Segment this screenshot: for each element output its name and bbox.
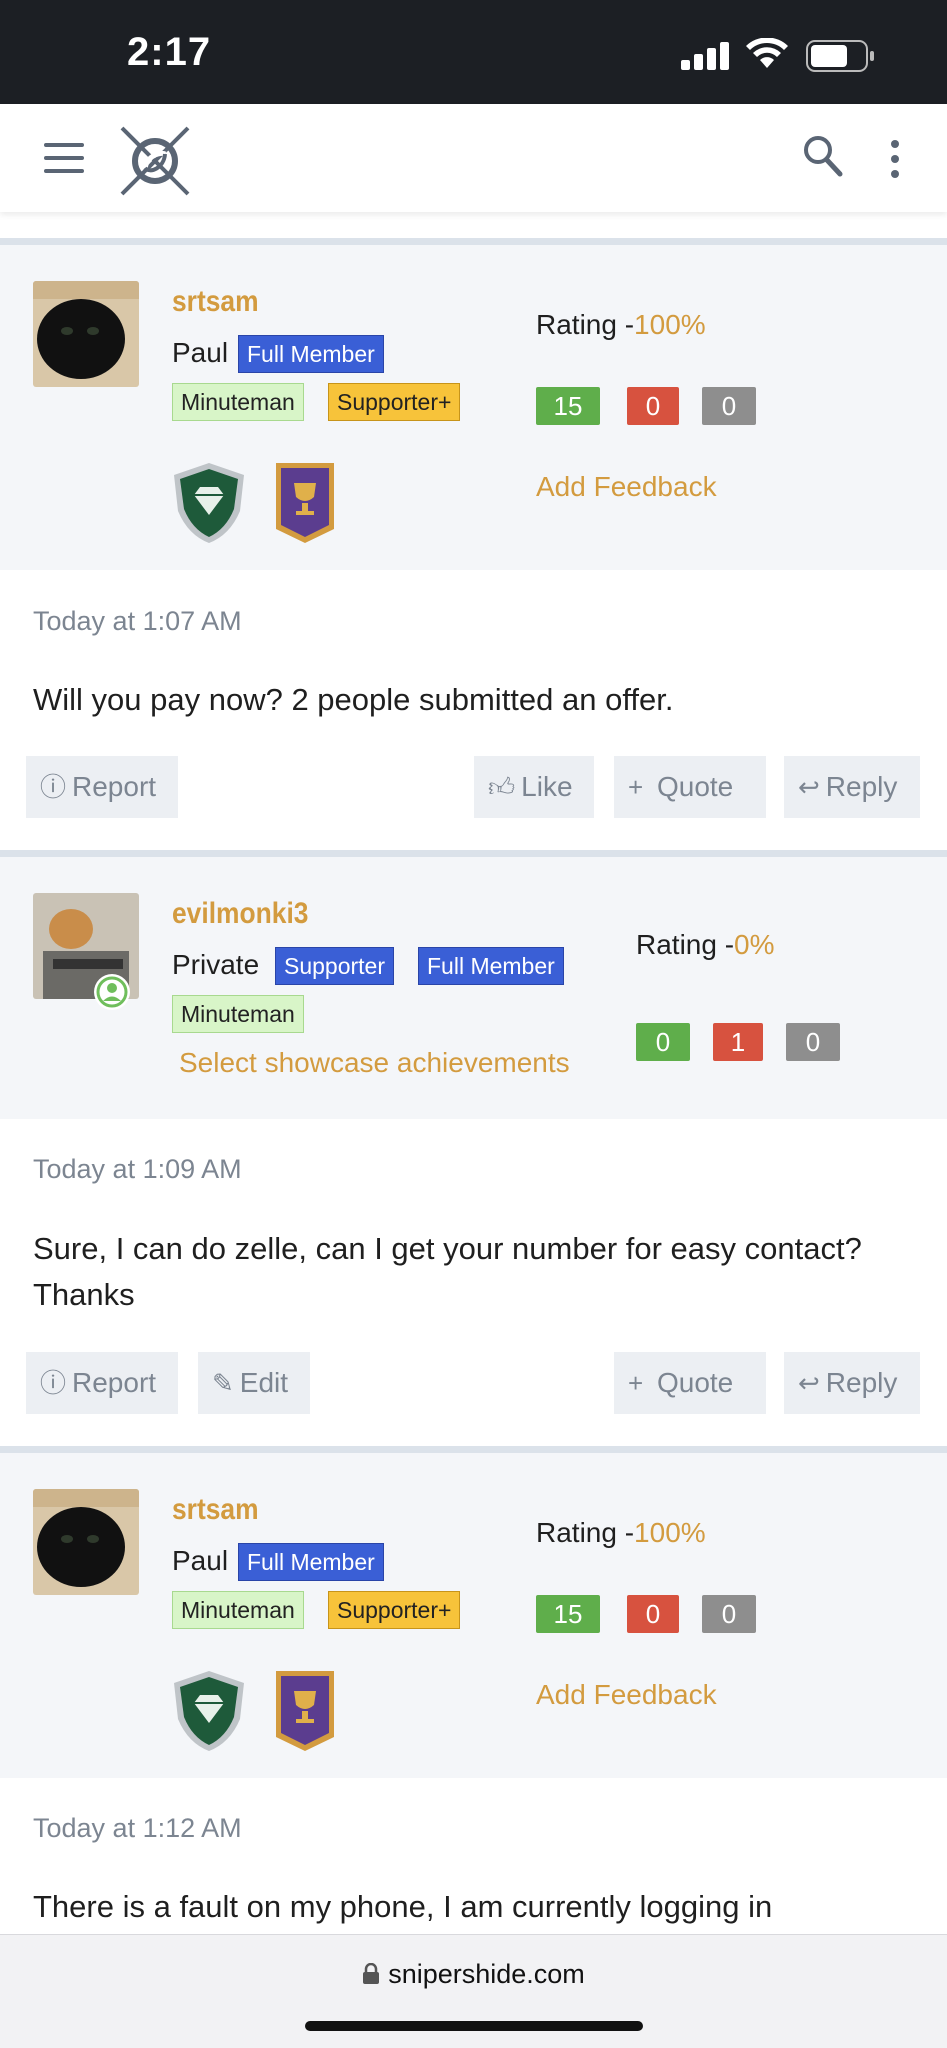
- rating-label: Rating -100%: [536, 309, 706, 340]
- like-button[interactable]: 👍︎ Like: [474, 756, 594, 818]
- lock-icon: [363, 1962, 380, 1984]
- positive-count: 15: [536, 1595, 600, 1633]
- post-message: Sure, I can do zelle, can I get your num…: [33, 1231, 862, 1312]
- home-indicator[interactable]: [305, 2021, 643, 2031]
- plus-icon: +: [628, 772, 644, 802]
- post-divider: [0, 850, 947, 857]
- diamond-shield-icon: [174, 1671, 244, 1751]
- negative-count: 0: [627, 1595, 679, 1633]
- reply-button[interactable]: ↩ Reply: [784, 1352, 920, 1414]
- post-timestamp[interactable]: Today at 1:12 AM: [33, 1813, 242, 1844]
- wifi-icon: [746, 38, 788, 68]
- trophy-banner-icon: [276, 463, 334, 543]
- avatar[interactable]: [33, 281, 139, 387]
- real-name: Paul: [172, 337, 229, 368]
- thumbs-up-icon: 👍︎: [488, 772, 516, 802]
- positive-count: 0: [636, 1023, 690, 1061]
- post-timestamp[interactable]: Today at 1:07 AM: [33, 606, 242, 637]
- status-bar: 2:17: [0, 0, 947, 104]
- rating-value: 100%: [634, 309, 706, 340]
- post-divider: [0, 238, 947, 245]
- avatar[interactable]: [33, 1489, 139, 1595]
- status-time: 2:17: [127, 30, 212, 74]
- browser-url-bar[interactable]: snipershide.com: [0, 1934, 947, 2048]
- app-header: [0, 104, 947, 212]
- badge-minuteman: Minuteman: [172, 995, 304, 1033]
- username[interactable]: srtsam: [172, 1493, 259, 1527]
- quote-button[interactable]: + Quote: [614, 756, 766, 818]
- search-icon[interactable]: [802, 134, 844, 178]
- report-button[interactable]: ⓘ Report: [26, 756, 178, 818]
- post-divider: [0, 1446, 947, 1453]
- post-1-userblock: srtsam Paul Full Member Minuteman Suppor…: [0, 245, 947, 570]
- post-timestamp[interactable]: Today at 1:09 AM: [33, 1154, 242, 1185]
- report-button[interactable]: ⓘ Report: [26, 1352, 178, 1414]
- edit-button[interactable]: ✎ Edit: [198, 1352, 310, 1414]
- negative-count: 0: [627, 387, 679, 425]
- pencil-icon: ✎: [212, 1368, 234, 1398]
- username[interactable]: evilmonki3: [172, 897, 308, 931]
- vertical-dots-icon[interactable]: [891, 140, 901, 178]
- neutral-count: 0: [702, 1595, 756, 1633]
- rating-label: Rating -100%: [536, 1517, 706, 1548]
- post-2-userblock: evilmonki3 Private Supporter Full Member…: [0, 857, 947, 1119]
- hamburger-icon[interactable]: [44, 143, 84, 173]
- diamond-shield-icon: [174, 463, 244, 543]
- positive-count: 15: [536, 387, 600, 425]
- neutral-count: 0: [702, 387, 756, 425]
- reply-button[interactable]: ↩ Reply: [784, 756, 920, 818]
- url-text: snipershide.com: [388, 1959, 585, 1989]
- site-logo-icon[interactable]: [118, 124, 192, 198]
- cellular-signal-icon: [681, 42, 729, 70]
- badge-full-member: Full Member: [418, 947, 564, 985]
- reply-arrow-icon: ↩: [798, 772, 820, 802]
- neutral-count: 0: [786, 1023, 840, 1061]
- badge-minuteman: Minuteman: [172, 383, 304, 421]
- online-status-icon: [94, 974, 130, 1010]
- add-feedback-link[interactable]: Add Feedback: [536, 471, 717, 503]
- add-feedback-link[interactable]: Add Feedback: [536, 1679, 717, 1711]
- negative-count: 1: [713, 1023, 763, 1061]
- badge-minuteman: Minuteman: [172, 1591, 304, 1629]
- username[interactable]: srtsam: [172, 285, 259, 319]
- real-name: Private: [172, 949, 260, 980]
- badge-supporter-plus: Supporter+: [328, 1591, 461, 1629]
- badge-full-member: Full Member: [238, 335, 384, 373]
- badge-supporter: Supporter: [275, 947, 395, 985]
- url-display[interactable]: snipershide.com: [0, 1959, 947, 1990]
- plus-icon: +: [628, 1368, 644, 1398]
- trophy-banner-icon: [276, 1671, 334, 1751]
- badge-supporter-plus: Supporter+: [328, 383, 461, 421]
- real-name: Paul: [172, 1545, 229, 1576]
- alert-circle-icon: ⓘ: [40, 772, 67, 802]
- alert-circle-icon: ⓘ: [40, 1368, 67, 1398]
- post-3-userblock: srtsam Paul Full Member Minuteman Suppor…: [0, 1453, 947, 1778]
- badge-full-member: Full Member: [238, 1543, 384, 1581]
- post-message: Will you pay now? 2 people submitted an …: [33, 682, 674, 717]
- screen: 2:17 srtsam Paul Full Member Minuteman S…: [0, 0, 947, 2048]
- rating-label: Rating -0%: [636, 929, 775, 960]
- reply-arrow-icon: ↩: [798, 1368, 820, 1398]
- battery-icon: [806, 40, 874, 72]
- post-message: There is a fault on my phone, I am curre…: [33, 1889, 773, 1924]
- rating-value: 100%: [634, 1517, 706, 1548]
- quote-button[interactable]: + Quote: [614, 1352, 766, 1414]
- select-showcase-link[interactable]: Select showcase achievements: [179, 1047, 570, 1079]
- rating-value: 0%: [734, 929, 775, 960]
